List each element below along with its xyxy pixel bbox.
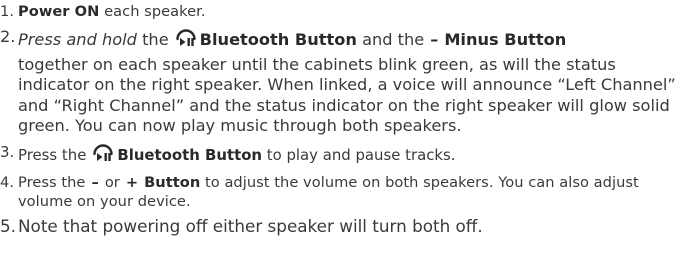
step-text: each speaker. bbox=[99, 3, 206, 20]
step-text: the bbox=[136, 30, 169, 49]
step-number: 1. bbox=[0, 3, 15, 20]
button-label: Button bbox=[144, 173, 201, 191]
step-3: 3. Press the Bluetooth Button to play and… bbox=[0, 142, 683, 169]
step-1: 1. Power ON each speaker. bbox=[0, 2, 683, 22]
step-text: or bbox=[104, 173, 120, 191]
step-number: 5. bbox=[0, 216, 17, 237]
minus-symbol: – bbox=[430, 30, 439, 49]
step-number: 2. bbox=[0, 27, 16, 46]
bluetooth-button-label: Bluetooth Button bbox=[117, 145, 263, 164]
step-text: to play and pause tracks. bbox=[262, 145, 456, 164]
step-text: Press the bbox=[18, 173, 86, 191]
step-text: and the bbox=[356, 30, 425, 49]
bluetooth-play-pause-icon bbox=[175, 27, 197, 55]
press-and-hold-label: Press and hold bbox=[18, 30, 137, 49]
step-2: 2. Press and hold the Bluetooth Button an… bbox=[0, 27, 683, 137]
minus-symbol: – bbox=[91, 173, 99, 191]
instructions-document: 1. Power ON each speaker. 2. Press and h… bbox=[0, 0, 689, 260]
step-4: 4. Press the – or + Button to adjust the vol… bbox=[0, 174, 683, 211]
step-text: Press the bbox=[18, 145, 87, 164]
step-text: Note that powering off either speaker wi… bbox=[18, 216, 483, 237]
bluetooth-button-label: Bluetooth Button bbox=[199, 30, 357, 49]
step-number: 3. bbox=[0, 142, 15, 161]
step-5: 5. Note that powering off either speaker… bbox=[0, 216, 683, 236]
bluetooth-play-pause-icon bbox=[92, 142, 114, 169]
power-on-label: Power ON bbox=[18, 3, 100, 20]
plus-symbol: + bbox=[125, 173, 139, 191]
step-text: together on each speaker until the cabin… bbox=[18, 54, 676, 136]
step-number: 4. bbox=[0, 173, 15, 191]
minus-button-label: Minus Button bbox=[444, 30, 567, 49]
